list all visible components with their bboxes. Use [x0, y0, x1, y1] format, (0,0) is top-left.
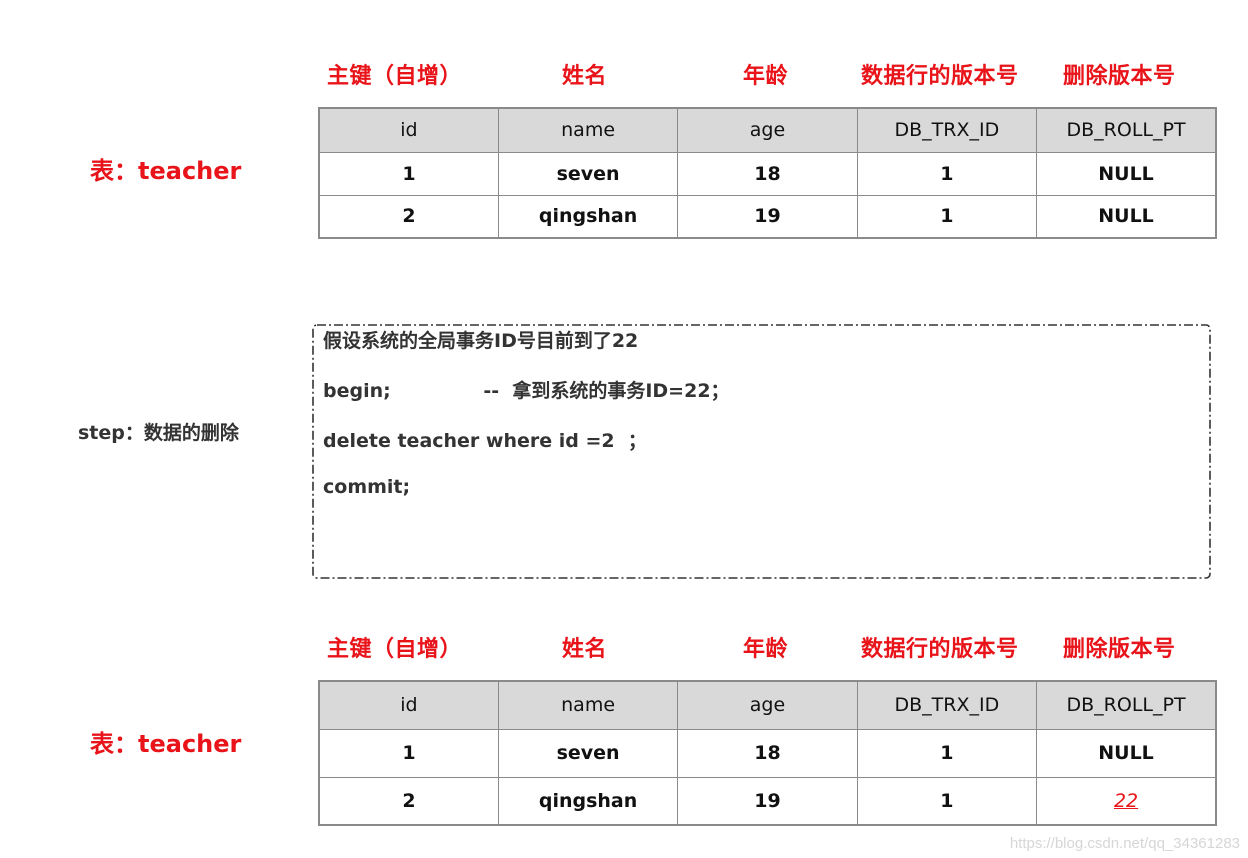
- cell-db-trx-id: 1: [856, 194, 1038, 239]
- col-label-age: 年龄: [743, 637, 789, 662]
- header-db-roll-pt: DB_ROLL_PT: [1036, 107, 1217, 153]
- teacher-table-before: id name age DB_TRX_ID DB_ROLL_PT 1 seven…: [318, 107, 1217, 239]
- cell-age: 19: [677, 776, 858, 826]
- header-id: id: [318, 107, 499, 153]
- table-row: 1 seven 18 1 NULL: [318, 151, 1217, 196]
- header-id: id: [318, 680, 499, 730]
- cell-db-roll-pt: NULL: [1036, 151, 1217, 196]
- header-db-roll-pt: DB_ROLL_PT: [1036, 680, 1217, 730]
- cell-db-trx-id: 1: [856, 151, 1038, 196]
- cell-id: 1: [318, 728, 499, 778]
- header-name: name: [497, 680, 679, 730]
- col-label-row-version: 数据行的版本号: [861, 637, 1019, 662]
- step-label: step：数据的删除: [78, 422, 239, 444]
- table-header-row: id name age DB_TRX_ID DB_ROLL_PT: [318, 107, 1217, 153]
- header-db-trx-id: DB_TRX_ID: [856, 680, 1038, 730]
- watermark: https://blog.csdn.net/qq_34361283: [1009, 835, 1240, 852]
- table-label-after: 表：teacher: [90, 730, 242, 758]
- col-label-primary-key: 主键（自增）: [327, 64, 463, 89]
- table-label-before: 表：teacher: [90, 157, 242, 185]
- code-comment-line: 假设系统的全局事务ID号目前到了22: [323, 330, 639, 352]
- cell-id: 1: [318, 151, 499, 196]
- cell-db-roll-pt-highlighted: 22: [1036, 776, 1217, 826]
- cell-name: seven: [497, 728, 679, 778]
- cell-name: qingshan: [497, 776, 679, 826]
- col-label-primary-key: 主键（自增）: [327, 637, 463, 662]
- header-age: age: [677, 680, 858, 730]
- code-commit-line: commit;: [323, 476, 411, 498]
- sql-code-box: 假设系统的全局事务ID号目前到了22 begin; -- 拿到系统的事务ID=2…: [312, 324, 1211, 579]
- cell-name: qingshan: [497, 194, 679, 239]
- table-row: 2 qingshan 19 1 22: [318, 776, 1217, 826]
- cell-db-roll-pt: NULL: [1036, 194, 1217, 239]
- table-header-row: id name age DB_TRX_ID DB_ROLL_PT: [318, 680, 1217, 730]
- header-age: age: [677, 107, 858, 153]
- col-label-age: 年龄: [743, 64, 789, 89]
- cell-db-trx-id: 1: [856, 776, 1038, 826]
- cell-age: 19: [677, 194, 858, 239]
- cell-id: 2: [318, 776, 499, 826]
- table-row: 1 seven 18 1 NULL: [318, 728, 1217, 778]
- teacher-table-after: id name age DB_TRX_ID DB_ROLL_PT 1 seven…: [318, 680, 1217, 826]
- col-label-name: 姓名: [562, 637, 608, 662]
- col-label-delete-version: 删除版本号: [1063, 637, 1176, 662]
- cell-id: 2: [318, 194, 499, 239]
- header-db-trx-id: DB_TRX_ID: [856, 107, 1038, 153]
- cell-db-roll-pt: NULL: [1036, 728, 1217, 778]
- col-label-name: 姓名: [562, 64, 608, 89]
- cell-name: seven: [497, 151, 679, 196]
- header-name: name: [497, 107, 679, 153]
- cell-age: 18: [677, 728, 858, 778]
- col-label-delete-version: 删除版本号: [1063, 64, 1176, 89]
- cell-db-trx-id: 1: [856, 728, 1038, 778]
- code-begin-line: begin; -- 拿到系统的事务ID=22；: [323, 380, 730, 402]
- table-row: 2 qingshan 19 1 NULL: [318, 194, 1217, 239]
- cell-age: 18: [677, 151, 858, 196]
- code-delete-line: delete teacher where id =2 ；: [323, 430, 647, 452]
- col-label-row-version: 数据行的版本号: [861, 64, 1019, 89]
